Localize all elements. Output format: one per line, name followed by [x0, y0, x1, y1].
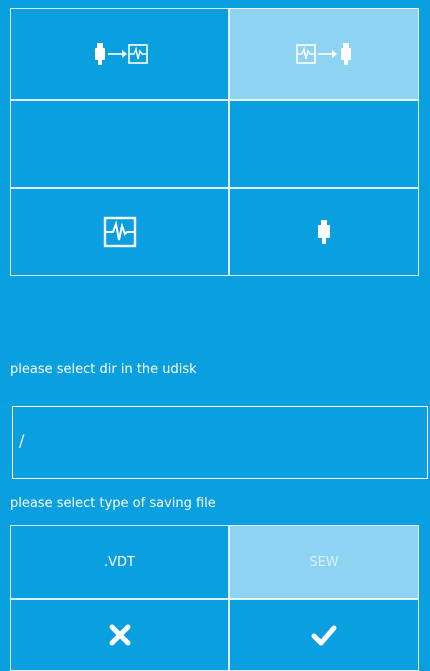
dir-label: please select dir in the udisk	[10, 362, 197, 377]
usb-drive-icon	[318, 220, 330, 244]
empty-cell-left	[10, 100, 229, 188]
file-type-vdt-label: .VDT	[104, 554, 135, 570]
type-label: please select type of saving file	[10, 496, 216, 511]
confirm-button[interactable]	[229, 599, 419, 671]
file-type-vdt-button[interactable]: .VDT	[10, 525, 229, 599]
file-type-sew-label: SEW	[309, 554, 339, 570]
empty-cell-right	[229, 100, 419, 188]
dir-input[interactable]: /	[12, 406, 428, 479]
device-memory-button[interactable]	[10, 188, 229, 276]
usb-to-device-icon	[94, 43, 148, 65]
cancel-button[interactable]	[10, 599, 229, 671]
file-type-sew-button[interactable]: SEW	[229, 525, 419, 599]
device-to-usb-icon	[296, 43, 351, 65]
usb-drive-button[interactable]	[229, 188, 419, 276]
tab-device-to-usb[interactable]	[229, 8, 419, 100]
close-icon	[109, 624, 130, 646]
tab-usb-to-device[interactable]	[10, 8, 229, 100]
check-icon	[311, 625, 337, 646]
dir-value: /	[19, 431, 25, 450]
device-memory-icon	[103, 216, 136, 248]
